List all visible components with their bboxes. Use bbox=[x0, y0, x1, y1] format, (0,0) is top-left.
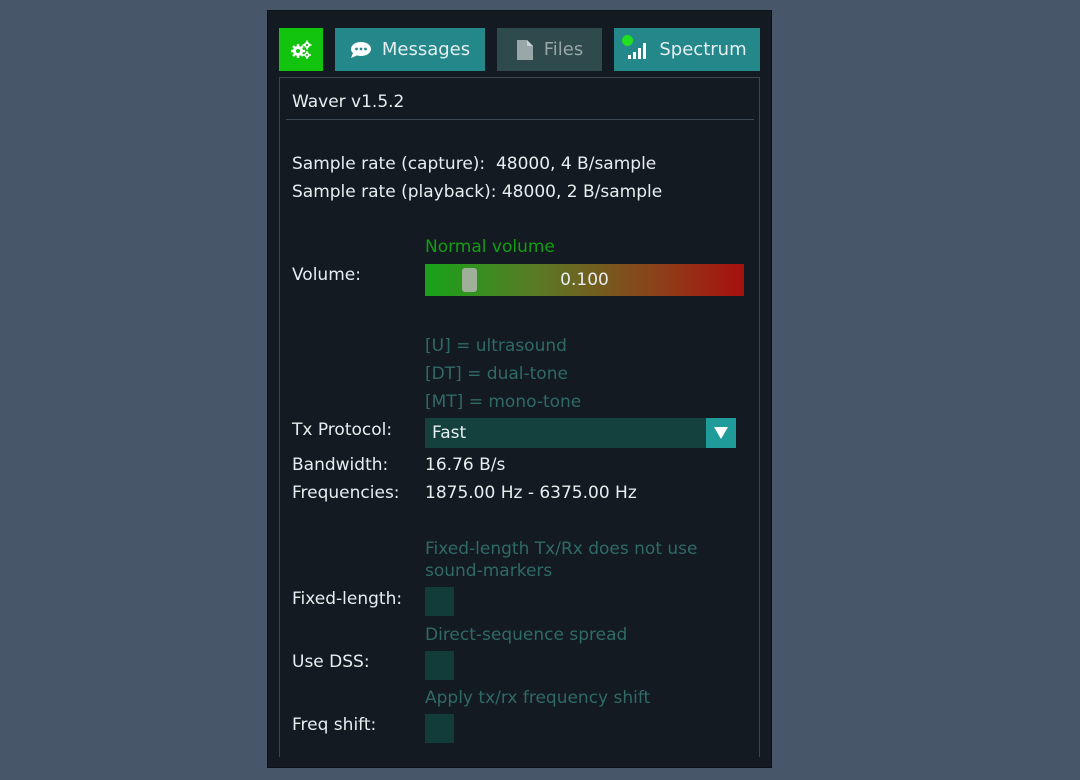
waver-window: Messages Files Spectrum Waver v1.5.2 Sam… bbox=[267, 10, 772, 768]
volume-value: 0.100 bbox=[560, 270, 609, 290]
tab-spectrum[interactable]: Spectrum bbox=[614, 28, 760, 71]
freq-shift-hint: Apply tx/rx frequency shift bbox=[425, 688, 651, 708]
divider bbox=[286, 119, 754, 120]
file-icon bbox=[516, 39, 534, 61]
tab-spectrum-label: Spectrum bbox=[659, 39, 747, 60]
freq-shift-checkbox[interactable] bbox=[425, 714, 454, 743]
tab-files[interactable]: Files bbox=[497, 28, 602, 71]
app-version: Waver v1.5.2 bbox=[292, 92, 405, 112]
use-dss-hint: Direct-sequence spread bbox=[425, 625, 628, 645]
tab-messages-label: Messages bbox=[381, 39, 471, 60]
fixed-length-hint-line2: sound-markers bbox=[425, 561, 553, 581]
protocol-hint-dual-tone: [DT] = dual-tone bbox=[425, 364, 568, 384]
frequencies-value: 1875.00 Hz - 6375.00 Hz bbox=[425, 483, 637, 503]
settings-panel: Waver v1.5.2 Sample rate (capture): 4800… bbox=[279, 77, 760, 757]
use-dss-label: Use DSS: bbox=[292, 652, 370, 672]
tx-protocol-dropdown[interactable]: Fast bbox=[425, 418, 736, 448]
bandwidth-label: Bandwidth: bbox=[292, 455, 389, 475]
tab-bar: Messages Files Spectrum bbox=[268, 11, 771, 79]
tx-protocol-selected: Fast bbox=[432, 423, 467, 443]
capture-sample-rate: Sample rate (capture): 48000, 4 B/sample bbox=[292, 154, 657, 174]
fixed-length-hint-line1: Fixed-length Tx/Rx does not use bbox=[425, 539, 698, 559]
use-dss-checkbox[interactable] bbox=[425, 651, 454, 680]
tab-messages[interactable]: Messages bbox=[335, 28, 485, 71]
live-indicator-dot bbox=[622, 35, 633, 46]
fixed-length-label: Fixed-length: bbox=[292, 589, 403, 609]
frequencies-label: Frequencies: bbox=[292, 483, 400, 503]
gears-icon bbox=[290, 40, 312, 60]
fixed-length-checkbox[interactable] bbox=[425, 587, 454, 616]
bandwidth-value: 16.76 B/s bbox=[425, 455, 506, 475]
chevron-down-icon[interactable] bbox=[706, 418, 736, 448]
freq-shift-label: Freq shift: bbox=[292, 715, 377, 735]
chat-bubble-icon bbox=[350, 41, 372, 59]
tx-protocol-label: Tx Protocol: bbox=[292, 420, 393, 440]
volume-label: Volume: bbox=[292, 265, 361, 285]
volume-status: Normal volume bbox=[425, 237, 555, 257]
volume-slider[interactable]: 0.100 bbox=[425, 264, 744, 296]
protocol-hint-mono-tone: [MT] = mono-tone bbox=[425, 392, 582, 412]
tab-files-label: Files bbox=[543, 39, 584, 60]
tab-settings[interactable] bbox=[279, 28, 323, 71]
protocol-hint-ultrasound: [U] = ultrasound bbox=[425, 336, 567, 356]
playback-sample-rate: Sample rate (playback): 48000, 2 B/sampl… bbox=[292, 182, 663, 202]
